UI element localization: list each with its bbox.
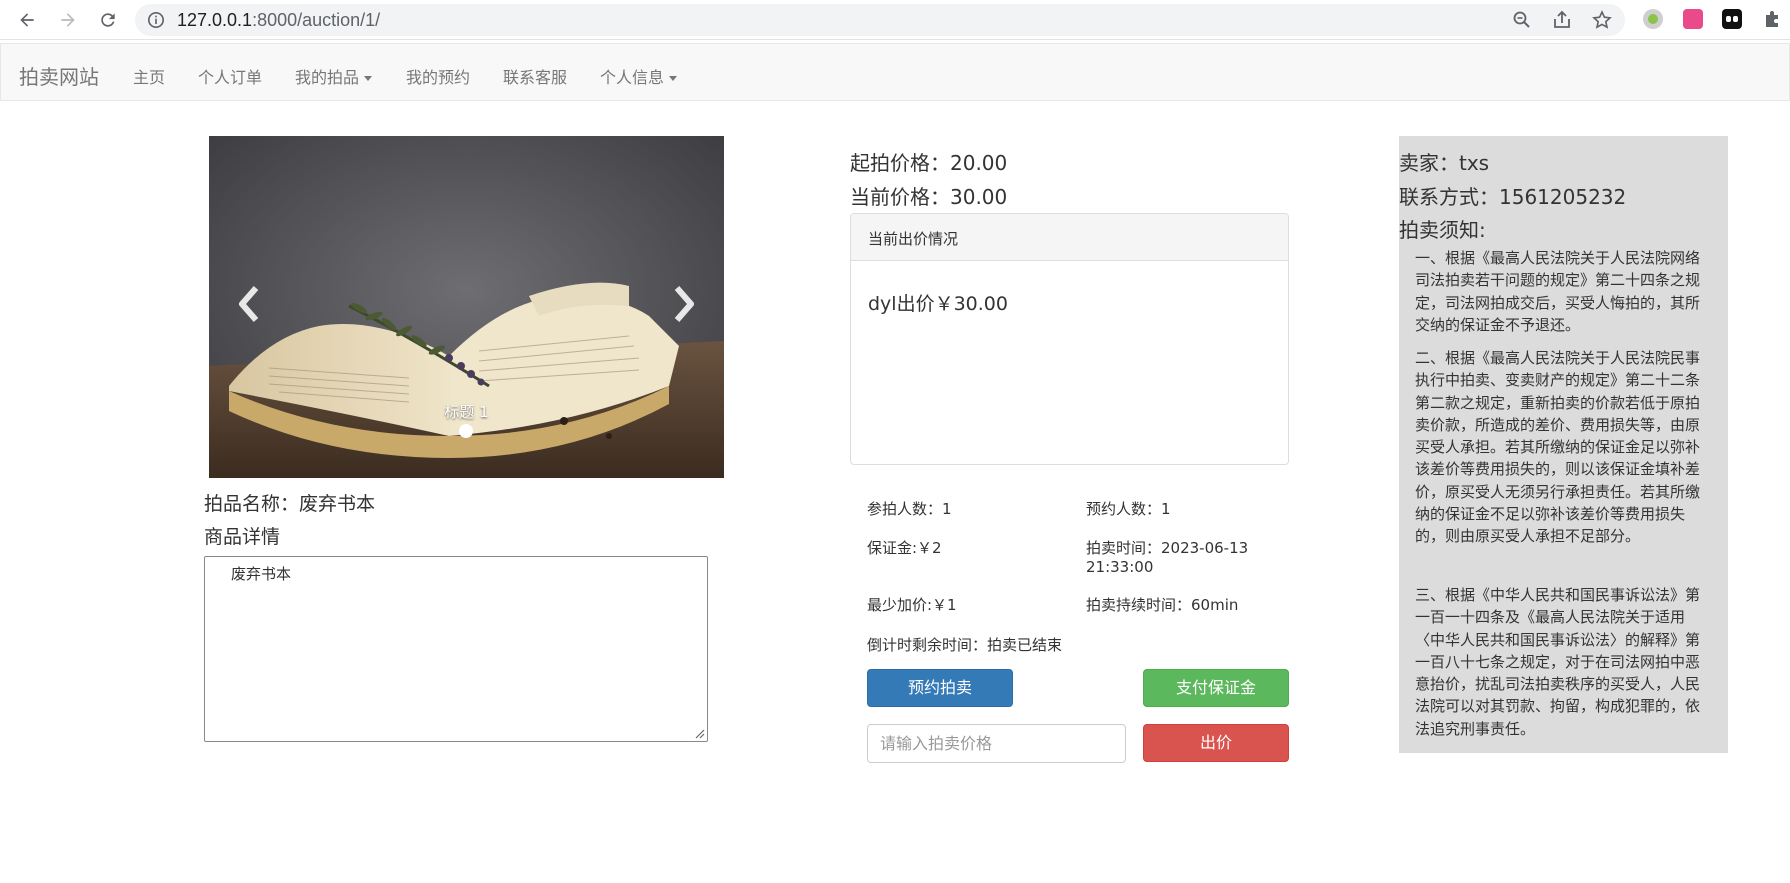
- extensions-puzzle-icon[interactable]: [1762, 9, 1782, 29]
- latest-bid: dyl出价￥30.00: [868, 293, 1008, 315]
- reservation-count: 预约人数：1: [1086, 500, 1171, 518]
- countdown-status: 倒计时剩余时间：拍卖已结束: [867, 636, 1063, 654]
- seller-contact: 联系方式：1561205232: [1399, 185, 1627, 209]
- extension-circle-icon[interactable]: [1643, 9, 1663, 29]
- item-name: 拍品名称：废弃书本: [204, 493, 376, 515]
- nav-reservations[interactable]: 我的预约: [406, 64, 470, 88]
- address-bar[interactable]: 127.0.0.1:8000/auction/1/: [135, 4, 1625, 36]
- url-text[interactable]: 127.0.0.1:8000/auction/1/: [177, 10, 380, 31]
- site-info-icon[interactable]: [147, 11, 165, 29]
- nav-support[interactable]: 联系客服: [503, 64, 567, 88]
- nav-orders[interactable]: 个人订单: [198, 64, 262, 88]
- auction-time-clock: 21:33:00: [1086, 558, 1154, 576]
- nav-my-items-label: 我的拍品: [295, 68, 360, 87]
- bidder-count: 参拍人数：1: [867, 500, 952, 518]
- item-image-carousel: 标题 1: [209, 136, 724, 478]
- carousel-prev-icon[interactable]: [234, 284, 264, 324]
- share-icon[interactable]: [1552, 10, 1572, 30]
- auction-time: 拍卖时间：2023-06-13 21:33:00: [1086, 537, 1248, 576]
- forward-icon[interactable]: [55, 7, 81, 33]
- item-detail-title: 商品详情: [204, 526, 281, 548]
- nav-profile-label: 个人信息: [600, 68, 665, 87]
- deposit-amount: 保证金:￥2: [867, 539, 942, 557]
- bid-price-input[interactable]: [867, 724, 1126, 763]
- rule-paragraph-3: 三、根据《中华人民共和国民事诉讼法》第一百一十四条及《最高人民法院关于适用〈中华…: [1415, 586, 1701, 738]
- nav-profile[interactable]: 个人信息: [600, 64, 678, 88]
- auction-duration: 拍卖持续时间：60min: [1086, 596, 1239, 614]
- item-detail-textarea[interactable]: 废弃书本: [204, 556, 708, 742]
- browser-toolbar: 127.0.0.1:8000/auction/1/: [0, 0, 1790, 40]
- seller-name: 卖家：txs: [1399, 151, 1490, 175]
- rules-title: 拍卖须知:: [1399, 218, 1486, 242]
- extension-translate-icon[interactable]: [1683, 9, 1703, 29]
- carousel-caption: 标题 1: [444, 403, 489, 421]
- nav-my-items[interactable]: 我的拍品: [295, 64, 373, 88]
- bookmark-star-icon[interactable]: [1592, 10, 1612, 30]
- resize-grip-icon[interactable]: [695, 729, 705, 739]
- carousel-next-icon[interactable]: [669, 284, 699, 324]
- brand-link[interactable]: 拍卖网站: [19, 61, 99, 90]
- auction-time-date: 拍卖时间：2023-06-13: [1086, 539, 1249, 557]
- pay-deposit-button[interactable]: 支付保证金: [1143, 669, 1289, 707]
- min-increment: 最少加价:￥1: [867, 596, 957, 614]
- current-price: 当前价格：30.00: [850, 185, 1008, 209]
- caret-down-icon: [364, 76, 373, 81]
- bids-panel: 当前出价情况 dyl出价￥30.00: [850, 213, 1289, 465]
- caret-down-icon: [669, 76, 678, 81]
- bids-panel-heading: 当前出价情况: [851, 214, 1288, 261]
- zoom-icon[interactable]: [1512, 10, 1532, 30]
- site-navbar: 拍卖网站 主页 个人订单 我的拍品 我的预约 联系客服 个人信息: [0, 43, 1790, 101]
- rule-paragraph-2: 二、根据《最高人民法院关于人民法院民事执行中拍卖、变卖财产的规定》第二十二条第二…: [1415, 349, 1701, 546]
- reload-icon[interactable]: [95, 7, 121, 33]
- nav-home[interactable]: 主页: [133, 64, 165, 88]
- extension-dark-icon[interactable]: [1722, 9, 1742, 29]
- start-price: 起拍价格：20.00: [850, 151, 1008, 175]
- rule-paragraph-1: 一、根据《最高人民法院关于人民法院网络司法拍卖若干问题的规定》第二十四条之规定，…: [1415, 249, 1701, 334]
- place-bid-button[interactable]: 出价: [1143, 724, 1289, 762]
- carousel-indicator[interactable]: [459, 424, 473, 438]
- back-icon[interactable]: [14, 7, 40, 33]
- item-detail-text: 废弃书本: [231, 565, 292, 583]
- reserve-auction-button[interactable]: 预约拍卖: [867, 669, 1013, 707]
